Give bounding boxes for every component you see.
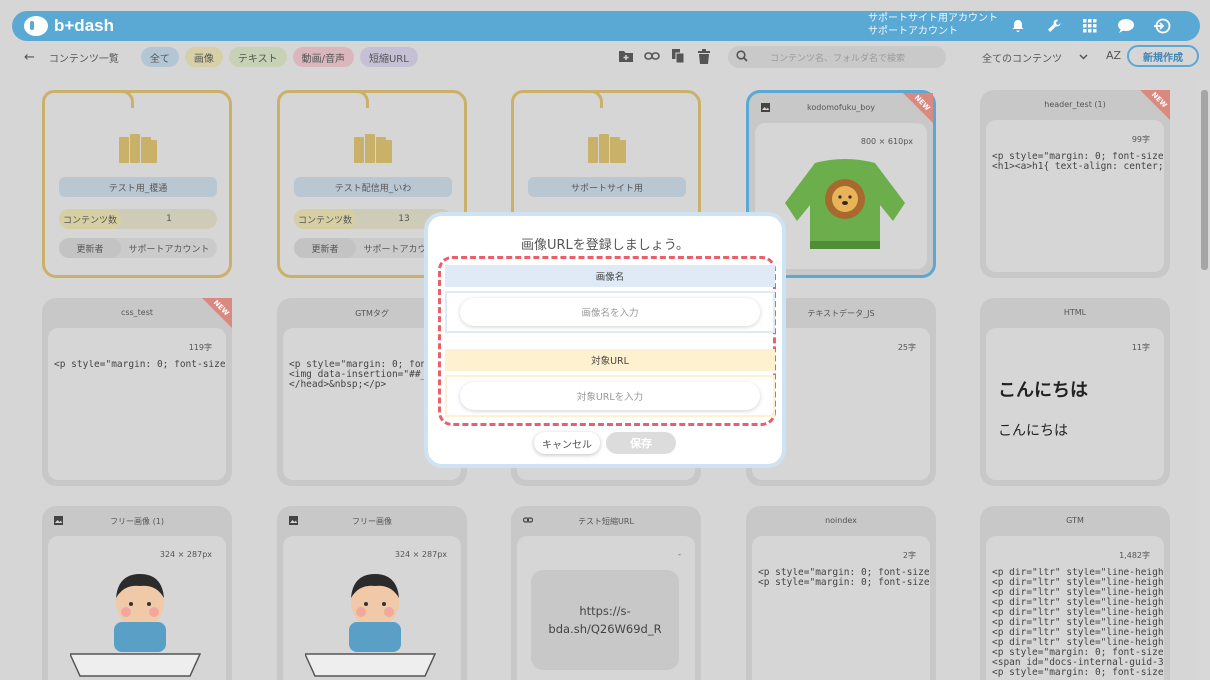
select-value: 全てのコンテンツ [982, 53, 1062, 65]
card-code-preview: <p dir="ltr" style="line-height: 1 <p di… [992, 568, 1164, 678]
copy-icon[interactable] [670, 47, 686, 65]
search-icon [736, 49, 748, 65]
text-card[interactable]: css_test 119字 <p style="margin: 0; font-… [42, 298, 232, 486]
card-title: フリー画像 (1) [110, 517, 164, 526]
card-title: noindex [825, 516, 857, 525]
back-arrow-icon[interactable]: ← [24, 50, 35, 65]
account-line-2: サポートアカウント [868, 26, 958, 37]
folder-name: テスト配信用_いわ [294, 177, 452, 197]
filter-video-audio[interactable]: 動画/音声 [292, 47, 354, 67]
toolbar: ← コンテンツ一覧 全て 画像 テキスト 動画/音声 短縮URL コンテンツ名、 [6, 42, 1202, 72]
card-title: GTM [1066, 516, 1084, 525]
card-meta: 800 × 610px [860, 137, 913, 146]
scrollbar-thumb[interactable] [1201, 90, 1208, 270]
folder-name: サポートサイト用 [528, 177, 686, 197]
text-card[interactable]: header_test (1) 99字 <p style="margin: 0;… [980, 90, 1170, 278]
card-meta: 119字 [188, 343, 212, 352]
folder-card[interactable]: テスト用_榎通 コンテンツ数 1 更新者 サポートアカウント [42, 90, 232, 278]
app-logo[interactable]: b+dash [24, 16, 114, 36]
folder-files-icon [352, 131, 394, 165]
boy-image [70, 574, 202, 677]
search-input[interactable]: コンテンツ名、フォルダ名で検索 [770, 51, 905, 64]
account-name[interactable]: サポートサイト用アカウント サポートアカウント [868, 12, 998, 38]
card-meta: 1,482字 [1119, 551, 1150, 560]
folder-tab [277, 90, 369, 108]
folder-tab [511, 90, 603, 108]
updater-label: 更新者 [59, 238, 121, 258]
card-meta: 2字 [902, 551, 916, 560]
card-meta: 99字 [1131, 135, 1150, 144]
image-name-label: 画像名 [445, 265, 775, 287]
text-card[interactable]: GTM 1,482字 <p dir="ltr" style="line-heig… [980, 506, 1170, 680]
folder-name: テスト用_榎通 [59, 177, 217, 197]
card-meta: - [678, 550, 681, 559]
short-url-card[interactable]: テスト短縮URL - https://s-bda.sh/Q26W69d_R [511, 506, 701, 680]
cancel-button[interactable]: キャンセル [534, 432, 600, 454]
updater-label: 更新者 [294, 238, 356, 258]
text-card[interactable]: noindex 2字 <p style="margin: 0; font-siz… [746, 506, 936, 680]
dialog-title: 画像URLを登録しましょう。 [520, 238, 689, 253]
card-meta: 324 × 287px [394, 550, 447, 559]
target-url-field-wrap: 対象URLを入力 [445, 375, 775, 417]
logout-icon[interactable] [1152, 16, 1172, 36]
bell-icon[interactable] [1008, 16, 1028, 36]
target-url-label: 対象URL [445, 349, 775, 371]
count-label: コンテンツ数 [294, 209, 356, 229]
sort-az-icon[interactable]: AZ [1106, 49, 1121, 62]
page-backdrop: b+dash サポートサイト用アカウント サポートアカウント ← コンテンツ一覧… [0, 0, 1210, 680]
logo-icon [24, 16, 48, 36]
grid-icon[interactable] [1080, 16, 1100, 36]
folder-tab [42, 90, 134, 108]
card-meta: 324 × 287px [159, 550, 212, 559]
breadcrumb: コンテンツ一覧 [48, 53, 119, 65]
chat-icon[interactable] [1116, 16, 1136, 36]
chevron-down-icon [1079, 52, 1088, 63]
add-folder-icon[interactable] [618, 47, 634, 65]
account-line-1: サポートサイト用アカウント [868, 13, 998, 24]
folder-updater-row: 更新者 サポートアカウント [59, 238, 217, 258]
filter-all[interactable]: 全て [140, 47, 179, 67]
register-image-url-dialog: 画像URLを登録しましょう。 画像名 画像名を入力 対象URL 対象URLを入力… [424, 212, 786, 468]
filter-short-url[interactable]: 短縮URL [359, 47, 418, 67]
card-code-preview: <p style="margin: 0; font-size: 18 <h1><… [992, 152, 1164, 172]
html-preview-heading: こんにちは [998, 380, 1088, 401]
card-title: HTML [1063, 308, 1087, 317]
filter-image[interactable]: 画像 [184, 47, 223, 67]
image-card[interactable]: フリー画像 (1) 324 × 287px [42, 506, 232, 680]
updater-value: サポートアカウント [128, 244, 210, 255]
wrench-icon[interactable] [1044, 16, 1064, 36]
save-button[interactable]: 保存 [606, 432, 676, 454]
link-icon[interactable] [644, 47, 660, 65]
filter-text[interactable]: テキスト [228, 47, 287, 67]
html-preview-text: こんにちは [998, 423, 1068, 439]
top-bar: b+dash サポートサイト用アカウント サポートアカウント [12, 11, 1200, 41]
image-card[interactable]: フリー画像 324 × 287px [277, 506, 467, 680]
folder-count-row: コンテンツ数 1 [59, 209, 217, 229]
card-title: フリー画像 [352, 517, 392, 526]
image-name-field-wrap: 画像名を入力 [445, 291, 775, 333]
folder-files-icon [117, 131, 159, 165]
scrollbar[interactable] [1199, 80, 1210, 680]
target-url-input[interactable]: 対象URLを入力 [460, 382, 760, 410]
boy-image [305, 574, 437, 677]
new-create-button[interactable]: 新規作成 [1127, 45, 1199, 67]
html-card[interactable]: HTML 11字 こんにちは こんにちは [980, 298, 1170, 486]
search-box[interactable]: コンテンツ名、フォルダ名で検索 [728, 46, 946, 68]
image-name-input[interactable]: 画像名を入力 [460, 298, 760, 326]
content-type-select[interactable]: 全てのコンテンツ [950, 45, 1098, 69]
card-code-preview: <p style="margin: 0; font-size: 18 <p st… [758, 568, 930, 588]
card-meta: 11字 [1131, 343, 1150, 352]
count-label: コンテンツ数 [59, 209, 121, 229]
card-meta: 25字 [897, 343, 916, 352]
logo-text: b+dash [54, 16, 114, 35]
short-url-text: https://s-bda.sh/Q26W69d_R [531, 570, 679, 670]
count-value: 1 [166, 214, 172, 224]
card-code-preview: <p style="margin: 0; font-size: 18 [54, 360, 226, 370]
highlight-frame: 画像名 画像名を入力 対象URL 対象URLを入力 [438, 256, 776, 426]
card-title: テスト短縮URL [578, 517, 634, 526]
folder-files-icon [586, 131, 628, 165]
trash-icon[interactable] [696, 47, 712, 65]
sweater-image [785, 159, 905, 249]
